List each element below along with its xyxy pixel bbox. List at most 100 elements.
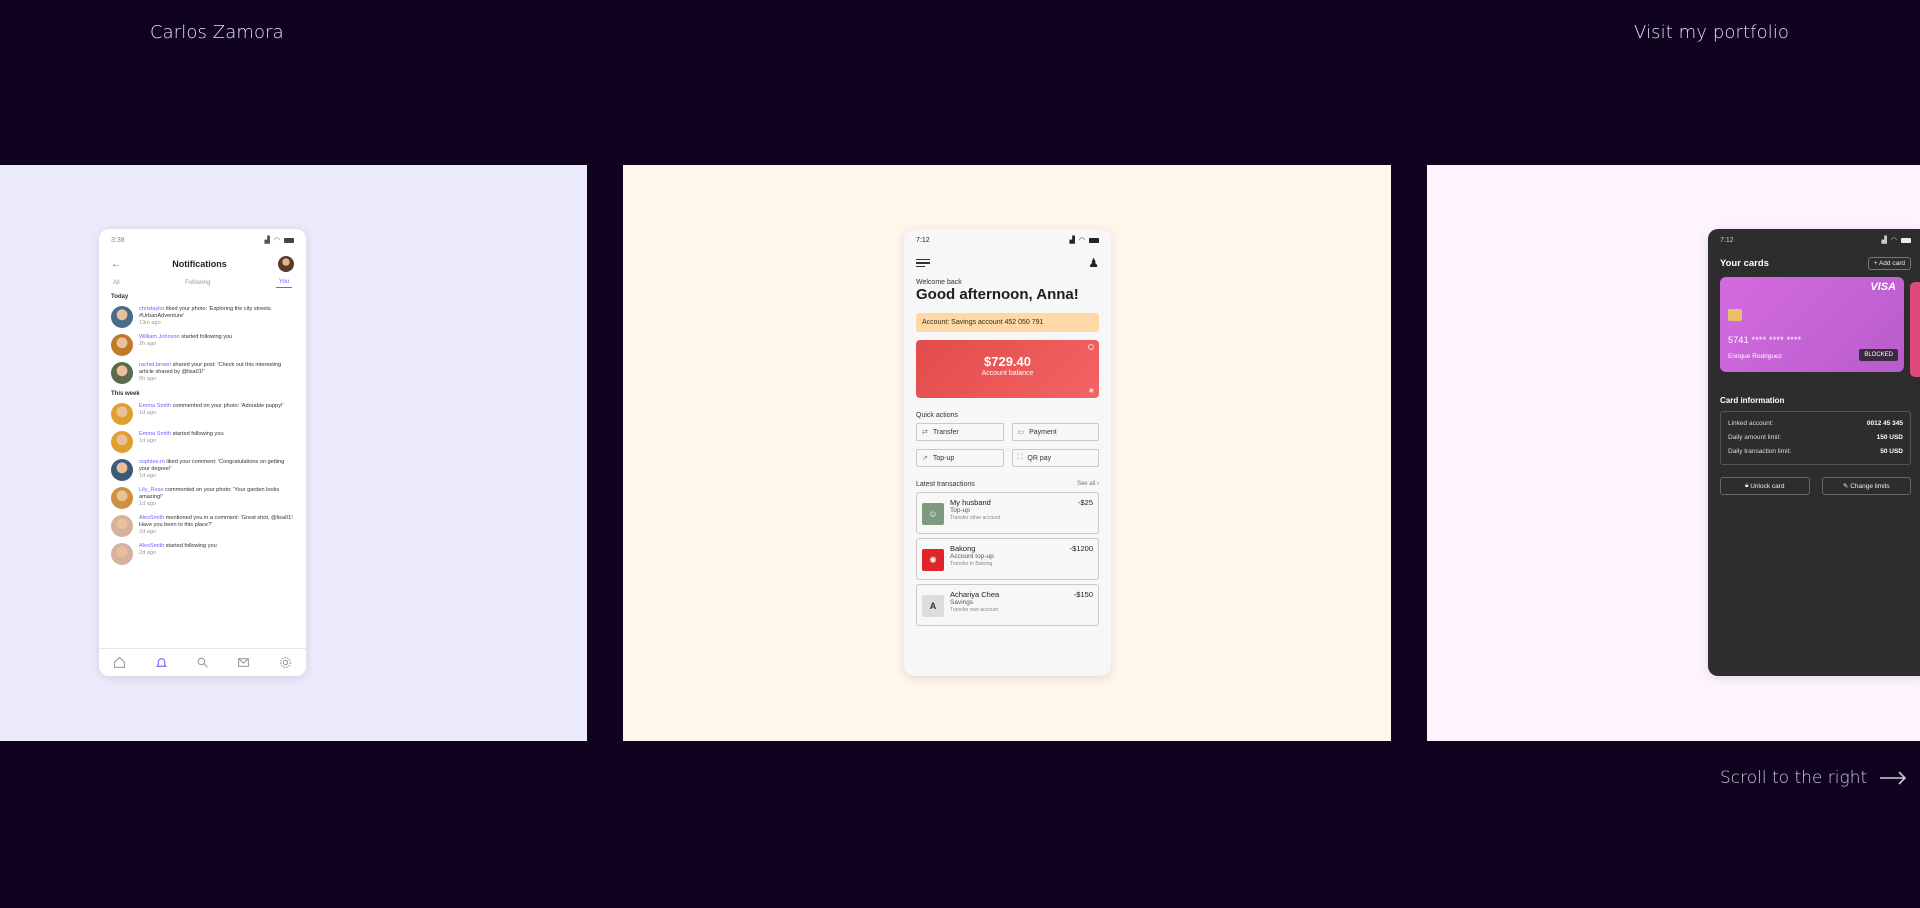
bell-icon[interactable]	[155, 656, 168, 669]
list-item[interactable]: sophiee.m liked your comment: 'Congratul…	[99, 457, 306, 485]
plus-icon: +	[1873, 259, 1878, 267]
top-up-button[interactable]: ↗ Top-up	[916, 449, 1004, 467]
see-all-label: See all	[1076, 481, 1096, 487]
home-icon[interactable]	[113, 656, 126, 669]
avatar	[111, 543, 133, 565]
avatar	[111, 362, 133, 384]
notification-user[interactable]: Emma Smith	[139, 403, 171, 409]
list-item[interactable]: christaylor liked your photo: 'Exploring…	[99, 304, 306, 332]
list-item[interactable]: AlexSmith started following you 2d ago	[99, 541, 306, 569]
notification-text: AlexSmith mentioned you in a comment: 'G…	[139, 515, 294, 536]
transaction-row[interactable]: ✺ Bakong Account top-up Transfer to Bakong…	[916, 538, 1099, 580]
transaction-row[interactable]: ☺ My husband Top-up Transfer other account…	[916, 492, 1099, 534]
welcome-text: Welcome back	[916, 279, 962, 286]
qr-pay-label: QR pay	[1027, 454, 1052, 462]
gear-icon[interactable]	[279, 656, 292, 669]
card-info-heading: Card information	[1720, 396, 1785, 405]
project-panel-cards[interactable]: 7:12 ▟ ◠ Your cards + Add card VISA 5741 …	[1427, 165, 1920, 741]
notification-user[interactable]: AlexSmith	[139, 543, 164, 549]
avatar	[111, 306, 133, 328]
transaction-name: Achariya Chea	[950, 590, 1000, 599]
notification-user[interactable]: Emma Smith	[139, 431, 171, 437]
notification-user[interactable]: sophiee.m	[139, 459, 165, 465]
unlock-card-button[interactable]: 🔒︎ Unlock card	[1720, 477, 1810, 495]
avatar[interactable]	[277, 256, 294, 272]
menu-icon[interactable]	[916, 258, 930, 268]
qr-icon: ⛶	[1017, 454, 1023, 461]
info-icon[interactable]	[1088, 344, 1094, 350]
section-heading: This week	[111, 391, 140, 397]
next-card-peek[interactable]	[1910, 282, 1920, 377]
site-owner-name: Carlos Zamora	[150, 22, 284, 43]
unlock-card-label: Unlock card	[1750, 482, 1785, 490]
search-icon[interactable]	[196, 656, 209, 669]
change-limits-label: Change limits	[1850, 482, 1890, 490]
transaction-amount: -$1200	[1069, 544, 1093, 553]
quick-actions-grid: ⇄ Transfer ▭ Payment ↗ Top-up ⛶ QR pay	[904, 423, 1111, 467]
notification-user[interactable]: Lily_Rose	[139, 487, 164, 493]
profile-icon[interactable]: ♟	[1088, 256, 1099, 270]
notification-user[interactable]: christaylor	[139, 306, 165, 312]
project-panel-notifications[interactable]: 3:38 ▟ ◠ ← Notifications All Following Yo…	[0, 165, 587, 741]
scroll-hint-text: Scroll to the right	[1720, 768, 1868, 788]
quick-actions-heading: Quick actions	[916, 412, 959, 419]
payment-button[interactable]: ▭ Payment	[1011, 423, 1099, 441]
project-panel-banking[interactable]: 7:12 ▟ ◠ ♟ Welcome back Good afternoon, A…	[623, 165, 1391, 741]
chevron-right-icon: ›	[1097, 481, 1099, 487]
add-card-button[interactable]: + Add card	[1867, 256, 1911, 270]
transaction-desc: Transfer own account	[950, 607, 998, 613]
wifi-icon: ◠	[1078, 237, 1085, 244]
eye-icon[interactable]: ◉	[1089, 387, 1094, 394]
banking-phone-mockup: 7:12 ▟ ◠ ♟ Welcome back Good afternoon, A…	[904, 229, 1111, 676]
info-label: Daily amount limit:	[1728, 434, 1782, 441]
list-item[interactable]: AlexSmith mentioned you in a comment: 'G…	[99, 513, 306, 541]
portfolio-link[interactable]: Visit my portfolio	[1634, 22, 1789, 43]
tab-following[interactable]: Following	[185, 280, 210, 286]
status-bar: 7:12 ▟ ◠	[1708, 229, 1920, 251]
account-selector[interactable]: Account: Savings account 452 050 791	[916, 313, 1099, 332]
info-value: 0012 45 345	[1866, 420, 1903, 427]
notification-user[interactable]: rachel.brown	[139, 362, 171, 368]
change-limits-button[interactable]: ✎ Change limits	[1821, 477, 1911, 495]
list-item[interactable]: Emma Smith started following you 1d ago	[99, 429, 306, 457]
qr-pay-button[interactable]: ⛶ QR pay	[1011, 449, 1099, 467]
battery-icon	[1089, 237, 1099, 243]
signal-icon: ▟	[1881, 237, 1887, 244]
list-item[interactable]: Lily_Rose commented on your photo: 'Your…	[99, 485, 306, 513]
notification-tabs: All Following You	[99, 275, 306, 291]
signal-icon: ▟	[1069, 237, 1075, 244]
lock-icon: 🔒︎	[1744, 482, 1749, 489]
balance-card: $729.40 Account balance ◉	[916, 340, 1099, 398]
transaction-row[interactable]: A Achariya Chea Savings Transfer own accou…	[916, 584, 1099, 626]
top-up-label: Top-up	[932, 454, 955, 462]
scroll-hint[interactable]: Scroll to the right	[1720, 768, 1907, 788]
list-item[interactable]: Emma Smith commented on your photo: 'Ado…	[99, 401, 306, 429]
notification-message: started following you	[172, 431, 224, 437]
info-label: Daily transaction limit:	[1728, 448, 1792, 455]
tab-all[interactable]: All	[113, 280, 120, 286]
back-arrow-icon[interactable]: ←	[111, 259, 121, 270]
list-item[interactable]: rachel.brown shared your post: 'Check ou…	[99, 360, 306, 388]
notification-user[interactable]: William Johnson	[139, 334, 180, 340]
notification-text: Lily_Rose commented on your photo: 'Your…	[139, 487, 294, 508]
transfer-button[interactable]: ⇄ Transfer	[916, 423, 1004, 441]
battery-icon	[1901, 237, 1911, 243]
see-all-link[interactable]: See all ›	[1077, 481, 1099, 488]
status-time: 7:12	[1720, 236, 1734, 244]
notification-text: rachel.brown shared your post: 'Check ou…	[139, 362, 294, 383]
transaction-name: My husband	[950, 498, 991, 507]
add-card-label: Add card	[1878, 259, 1905, 267]
notification-user[interactable]: AlexSmith	[139, 515, 164, 521]
notification-text: sophiee.m liked your comment: 'Congratul…	[139, 459, 294, 480]
mail-icon[interactable]	[237, 656, 250, 669]
notification-time: 5h ago	[139, 376, 157, 382]
list-item[interactable]: William Johnson started following you 2h …	[99, 332, 306, 360]
credit-card[interactable]: VISA 5741 **** **** **** Enrique Rodrigu…	[1720, 277, 1904, 372]
tab-you[interactable]: You	[275, 279, 292, 288]
notification-text: christaylor liked your photo: 'Exploring…	[139, 306, 294, 327]
avatar	[111, 431, 133, 453]
wifi-icon: ◠	[273, 237, 280, 244]
status-time: 3:38	[111, 236, 125, 244]
notifications-phone-mockup: 3:38 ▟ ◠ ← Notifications All Following Yo…	[99, 229, 306, 676]
wrench-icon: ✎	[1842, 483, 1849, 490]
